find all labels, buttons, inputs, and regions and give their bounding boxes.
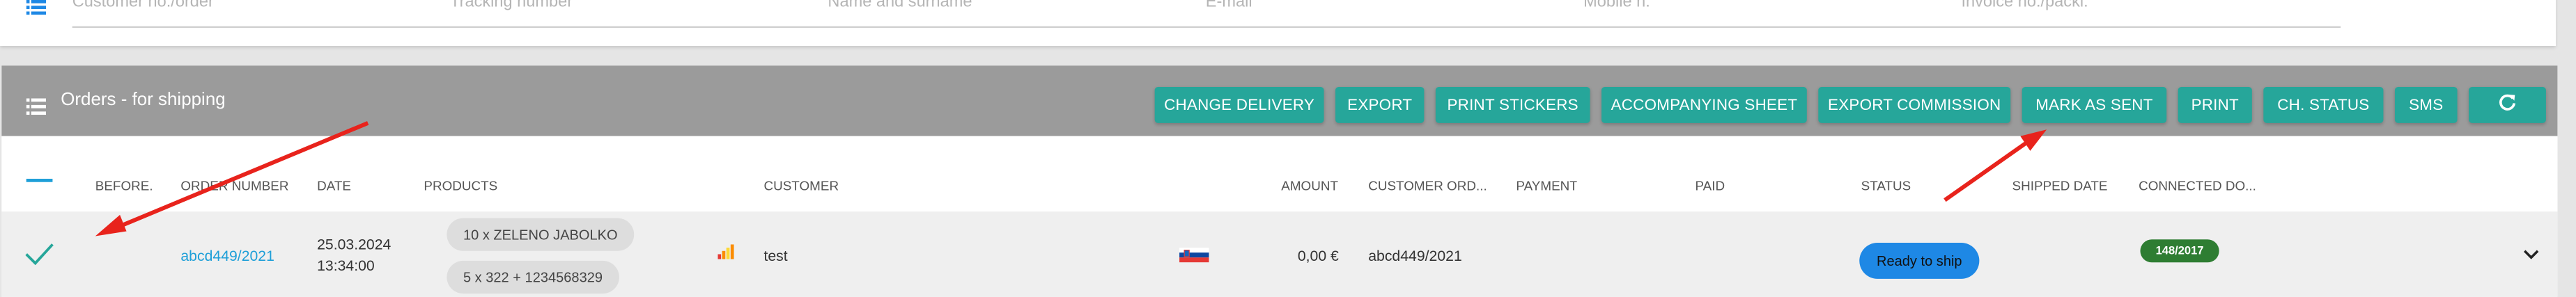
list-icon xyxy=(26,0,47,15)
mark-as-sent-button[interactable]: MARK AS SENT xyxy=(2022,86,2167,123)
list-icon xyxy=(26,93,47,115)
name-surname-filter[interactable]: Name and surname xyxy=(828,0,972,12)
col-date[interactable]: DATE xyxy=(317,179,351,193)
col-order-number[interactable]: ORDER NUMBER xyxy=(180,179,288,193)
stats-icon[interactable] xyxy=(717,244,734,262)
col-connected-docs[interactable]: CONNECTED DO... xyxy=(2139,179,2256,193)
col-payment[interactable]: PAYMENT xyxy=(1516,179,1577,193)
connected-doc-badge[interactable]: 148/2017 xyxy=(2140,239,2219,263)
col-shipped-date[interactable]: SHIPPED DATE xyxy=(2012,179,2108,193)
orders-panel: Orders - for shipping CHANGE DELIVERY EX… xyxy=(1,65,2558,297)
print-stickers-button[interactable]: PRINT STICKERS xyxy=(1435,86,1590,123)
panel-title: Orders - for shipping xyxy=(61,90,226,110)
customer-name: test xyxy=(763,248,788,264)
order-number-link[interactable]: abcd449/2021 xyxy=(180,248,274,264)
col-products[interactable]: PRODUCTS xyxy=(424,179,497,193)
print-button[interactable]: PRINT xyxy=(2178,86,2252,123)
change-status-button[interactable]: CH. STATUS xyxy=(2263,86,2384,123)
order-date: 25.03.2024 xyxy=(317,236,391,253)
refresh-button[interactable] xyxy=(2469,86,2546,123)
table-row[interactable]: abcd449/2021 25.03.2024 13:34:00 10 x ZE… xyxy=(1,211,2558,297)
chevron-down-icon[interactable] xyxy=(2523,248,2540,264)
row-check-icon[interactable] xyxy=(24,243,54,269)
mobile-filter[interactable]: Mobile n. xyxy=(1583,0,1650,12)
order-amount: 0,00 € xyxy=(1297,248,1339,264)
col-status[interactable]: STATUS xyxy=(1861,179,1911,193)
customer-order-number: abcd449/2021 xyxy=(1368,248,1462,264)
filter-card: Customer no./order Tracking number Name … xyxy=(0,0,2556,47)
customer-order-filter[interactable]: Customer no./order xyxy=(72,0,214,12)
refresh-icon xyxy=(2499,93,2517,116)
change-delivery-button[interactable]: CHANGE DELIVERY xyxy=(1154,86,1324,123)
panel-header: Orders - for shipping CHANGE DELIVERY EX… xyxy=(1,65,2558,136)
col-paid[interactable]: PAID xyxy=(1695,179,1725,193)
col-amount[interactable]: AMOUNT xyxy=(1281,179,1338,193)
invoice-filter[interactable]: Invoice no./packl. xyxy=(1961,0,2088,12)
order-time: 13:34:00 xyxy=(317,257,375,274)
select-all-checkbox[interactable] xyxy=(26,179,53,182)
export-commission-button[interactable]: EXPORT COMMISSION xyxy=(1818,86,2011,123)
col-before[interactable]: BEFORE. xyxy=(95,179,153,193)
status-badge[interactable]: Ready to ship xyxy=(1859,242,1980,279)
col-customer-order[interactable]: CUSTOMER ORD... xyxy=(1368,179,1487,193)
filter-underline xyxy=(72,26,2341,29)
page: Customer no./order Tracking number Name … xyxy=(0,0,2575,297)
product-chip: 10 x ZELENO JABOLKO xyxy=(447,218,635,251)
email-filter[interactable]: E-mail xyxy=(1206,0,1252,12)
col-customer[interactable]: CUSTOMER xyxy=(763,179,839,193)
product-chip: 5 x 322 + 1234568329 xyxy=(447,260,619,294)
sms-button[interactable]: SMS xyxy=(2394,86,2458,123)
accompanying-sheet-button[interactable]: ACCOMPANYING SHEET xyxy=(1601,86,1807,123)
table-header: BEFORE. ORDER NUMBER DATE PRODUCTS CUSTO… xyxy=(1,136,2558,212)
export-button[interactable]: EXPORT xyxy=(1335,86,1425,123)
tracking-number-filter[interactable]: Tracking number xyxy=(450,0,573,12)
slovenia-flag-icon xyxy=(1179,248,1209,266)
